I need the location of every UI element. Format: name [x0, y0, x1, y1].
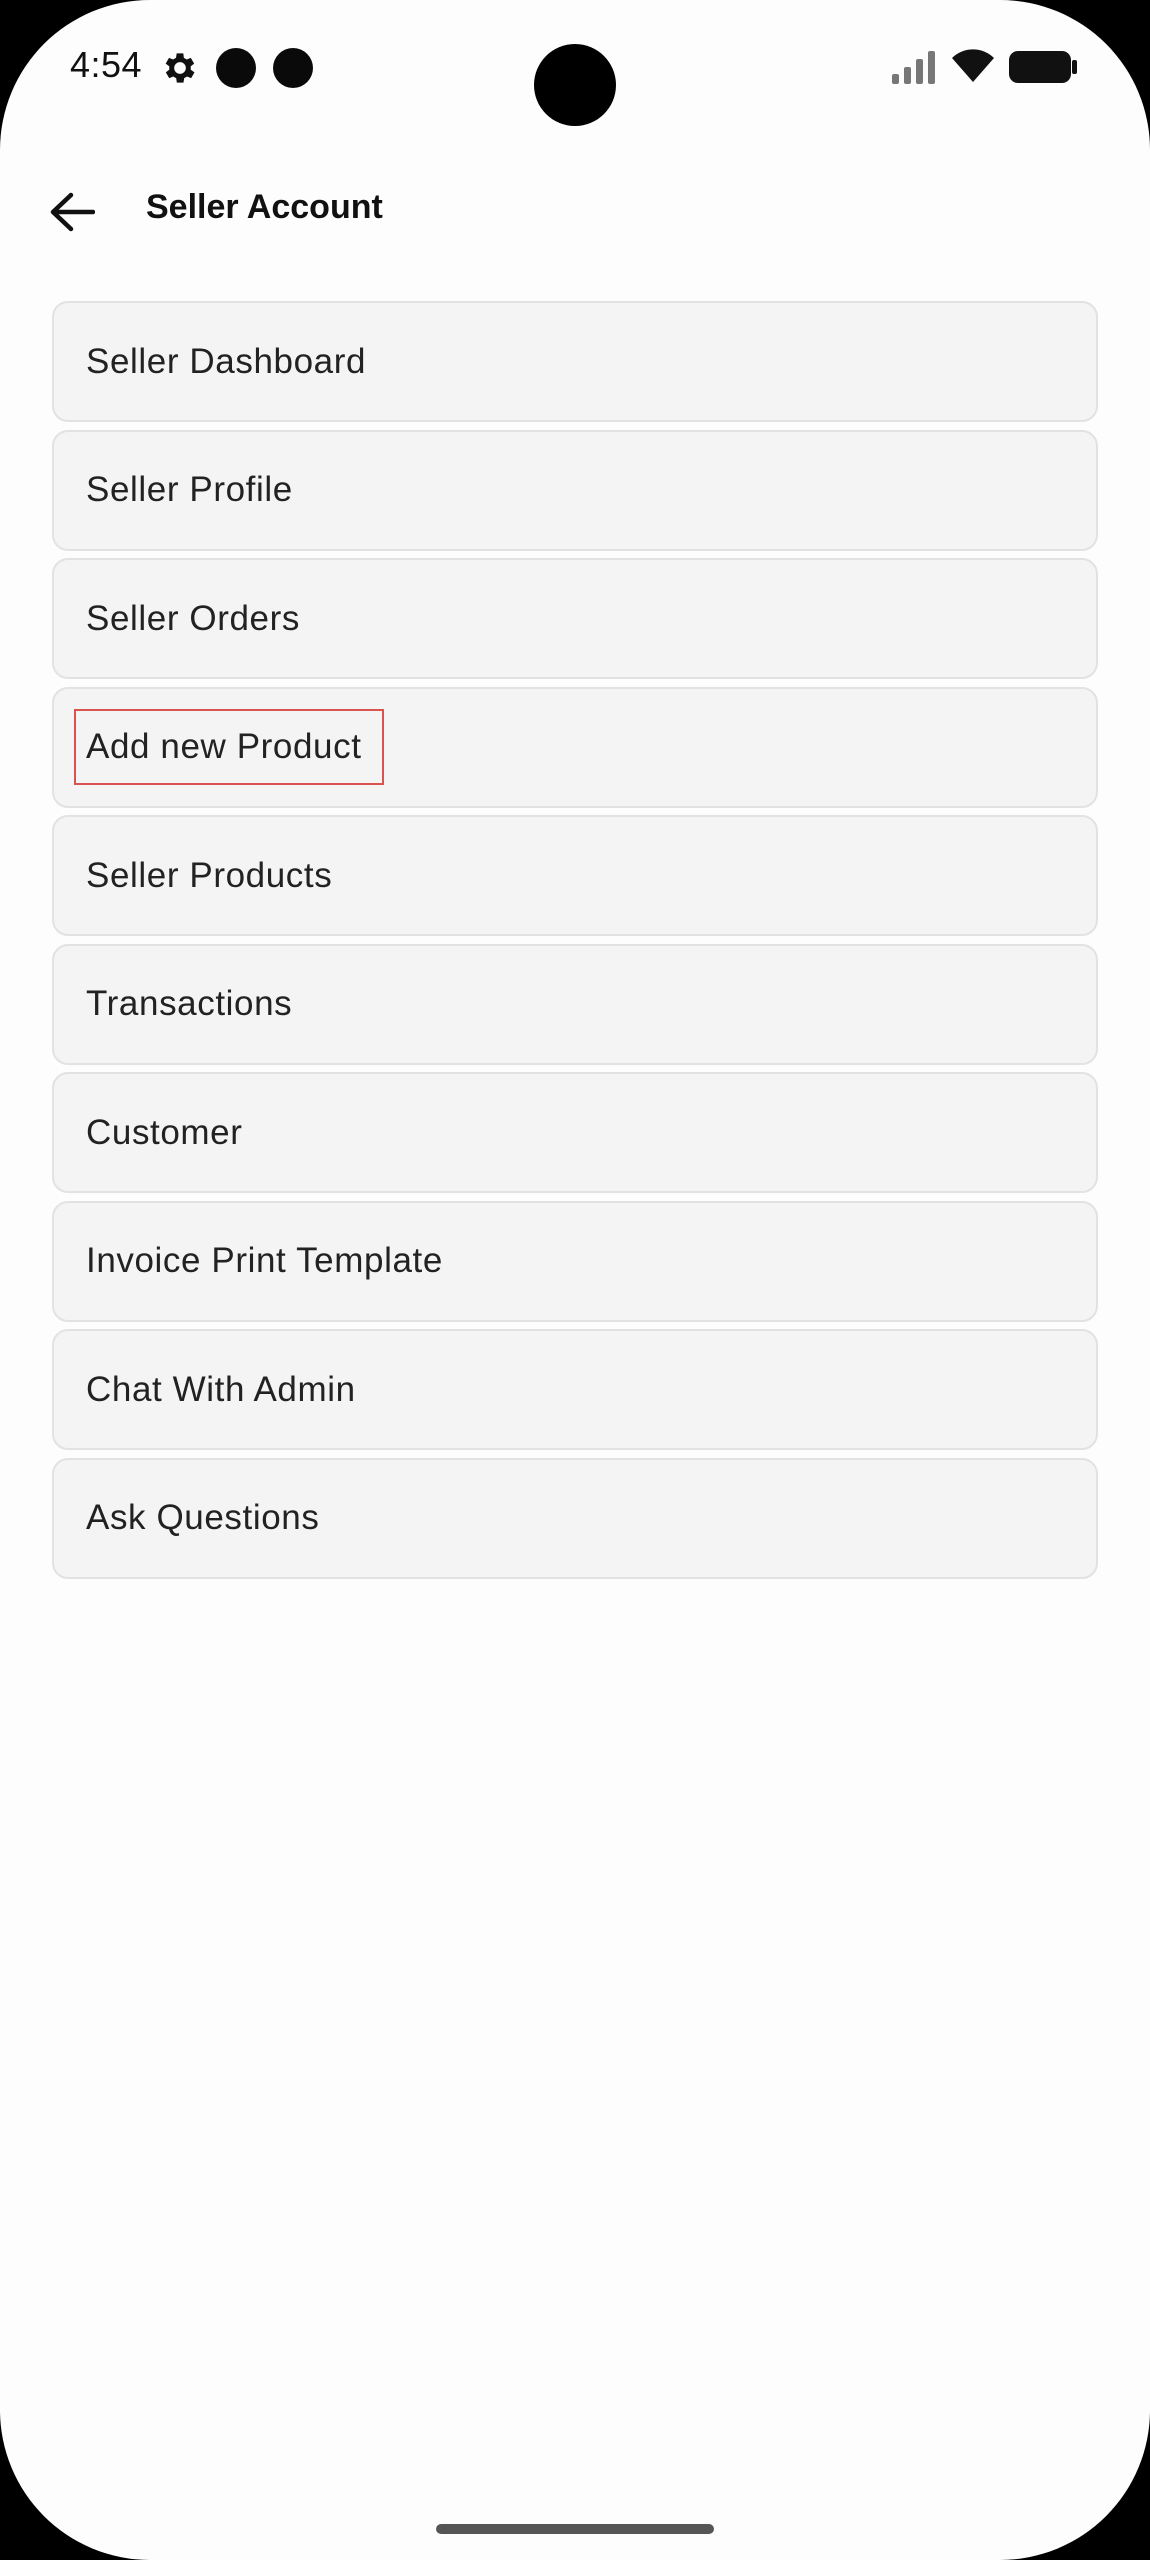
menu-list: Seller Dashboard Seller Profile Seller O…: [52, 301, 1098, 1586]
menu-item-label: Ask Questions: [86, 1498, 320, 1537]
menu-item-invoice-print-template[interactable]: Invoice Print Template: [52, 1200, 1098, 1322]
menu-item-label: Seller Profile: [86, 470, 293, 509]
gear-icon: [165, 53, 195, 83]
camera-cutout: [534, 44, 616, 126]
battery-icon: [1009, 51, 1077, 83]
menu-item-seller-orders[interactable]: Seller Orders: [52, 558, 1098, 679]
menu-item-label: Seller Dashboard: [86, 341, 367, 381]
home-indicator[interactable]: [436, 2524, 714, 2534]
wifi-icon: [952, 49, 994, 82]
arrow-left-icon: [50, 192, 95, 232]
menu-item-label: Add new Product: [74, 709, 384, 785]
menu-item-seller-products[interactable]: Seller Products: [52, 815, 1098, 936]
status-time: 4:54: [70, 44, 143, 85]
menu-item-label: Seller Products: [86, 855, 333, 895]
menu-item-label: Customer: [86, 1112, 243, 1152]
status-bar: 4:54: [0, 0, 1150, 140]
menu-item-label: Seller Orders: [86, 598, 300, 638]
app-bar: Seller Account: [0, 160, 1150, 260]
menu-item-chat-with-admin[interactable]: Chat With Admin: [52, 1329, 1098, 1450]
menu-item-transactions[interactable]: Transactions: [52, 943, 1098, 1065]
menu-item-ask-questions[interactable]: Ask Questions: [52, 1457, 1098, 1579]
page-title: Seller Account: [146, 188, 383, 226]
menu-item-seller-profile[interactable]: Seller Profile: [52, 429, 1098, 551]
menu-item-label: Chat With Admin: [86, 1369, 356, 1409]
notification-dot-icon: [273, 48, 313, 88]
notification-dot-icon: [216, 48, 256, 88]
menu-item-label: Invoice Print Template: [86, 1241, 443, 1280]
menu-item-customer[interactable]: Customer: [52, 1072, 1098, 1193]
signal-icon: [892, 51, 935, 84]
back-button[interactable]: [42, 182, 102, 242]
phone-screen: 4:54 Seller Account Seller Dashboard Sel…: [0, 0, 1150, 2560]
menu-item-add-new-product[interactable]: Add new Product: [52, 686, 1098, 808]
menu-item-seller-dashboard[interactable]: Seller Dashboard: [52, 301, 1098, 422]
menu-item-label: Transactions: [86, 984, 293, 1023]
